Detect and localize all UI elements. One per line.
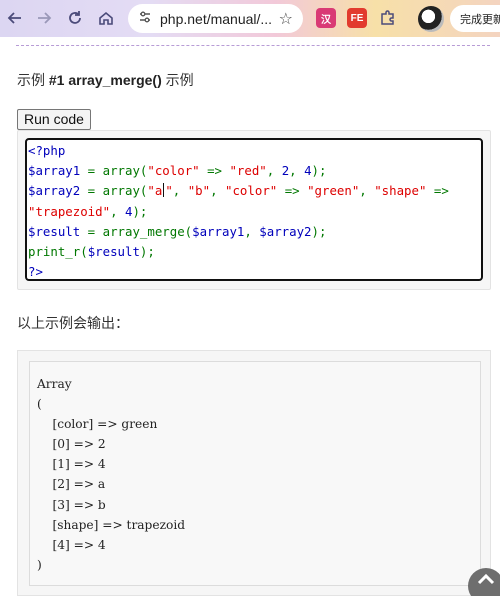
code-token: <?php <box>28 143 66 158</box>
output-line: [2] => a <box>37 477 106 492</box>
extensions-puzzle-icon[interactable] <box>378 8 398 28</box>
code-token: "color" <box>147 163 200 179</box>
output-line: [4] => 4 <box>37 537 106 552</box>
chevron-up-icon <box>477 573 495 585</box>
code-line[interactable]: "trapezoid", 4); <box>28 202 481 222</box>
code-token: , <box>359 183 375 199</box>
code-token: "shape" <box>374 183 427 199</box>
example-title-bold: #1 array_merge() <box>48 72 162 88</box>
output-line: [3] => b <box>37 497 106 512</box>
code-token: $array1 <box>192 223 245 239</box>
code-token: "red" <box>229 163 267 179</box>
code-token: ); <box>132 203 148 219</box>
example-title: 示例 #1 array_merge() 示例 <box>17 70 194 90</box>
code-token: = <box>80 183 103 199</box>
code-line[interactable]: $result = array_merge($array1, $array2); <box>28 222 481 242</box>
section-divider <box>16 45 490 46</box>
code-line[interactable]: $array1 = array("color" => "red", 2, 4); <box>28 161 481 181</box>
output-line: Array <box>37 377 72 391</box>
code-token: array <box>102 183 140 199</box>
code-token: => <box>426 183 449 199</box>
code-line[interactable]: print_r($result); <box>28 242 481 262</box>
code-token: => <box>277 183 308 199</box>
back-icon[interactable] <box>1 4 29 32</box>
forward-icon[interactable] <box>30 4 58 32</box>
output-heading: 以上示例会输出： <box>17 315 129 331</box>
code-token: array <box>102 163 140 179</box>
code-token: ( <box>80 243 88 259</box>
code-token: $array2 <box>28 183 81 199</box>
output-pre: Array ( [color] => green [0] => 2 [1] => … <box>29 361 481 586</box>
code-token: , <box>172 183 188 199</box>
code-token: $array2 <box>259 223 312 239</box>
code-token: ); <box>311 163 327 179</box>
code-token: ?> <box>28 264 43 280</box>
output-line: ( <box>37 397 42 412</box>
output-line: [color] => green <box>37 417 158 432</box>
finish-update-button[interactable]: 完成更新 <box>450 5 500 32</box>
code-token: $result <box>87 243 140 259</box>
code-token: print_r <box>28 243 81 259</box>
reload-icon[interactable] <box>61 4 89 32</box>
example-title-suffix: 示例 <box>161 72 194 88</box>
code-token: " <box>165 183 173 199</box>
code-token: "b" <box>187 183 211 199</box>
bookmark-star-icon[interactable]: ☆ <box>279 9 293 29</box>
code-token: 4 <box>304 163 312 179</box>
code-token: "color" <box>225 183 278 199</box>
code-token: = <box>80 163 103 179</box>
code-token: array_merge <box>102 223 185 239</box>
code-line[interactable]: $array2 = array("a ", "b", "color" => "gr… <box>28 181 481 201</box>
url-text[interactable]: php.net/manual/... <box>160 11 271 27</box>
site-info-icon[interactable] <box>138 10 152 27</box>
address-bar[interactable]: php.net/manual/... ☆ <box>128 4 303 33</box>
code-token: , <box>266 163 282 179</box>
code-token: , <box>289 163 305 179</box>
code-token: , <box>210 183 226 199</box>
code-token: "a <box>147 183 163 199</box>
code-line[interactable]: ?> <box>28 262 481 282</box>
output-line: [shape] => trapezoid <box>37 517 186 532</box>
output-line: [0] => 2 <box>37 437 106 452</box>
code-line[interactable]: <?php <box>28 141 481 161</box>
example-title-prefix: 示例 <box>17 72 49 88</box>
output-line: ) <box>37 557 42 572</box>
code-editor[interactable]: <?php $array1 = array("color" => "red", 2… <box>25 138 483 281</box>
code-token: "trapezoid" <box>28 203 111 219</box>
code-token: => <box>199 163 230 179</box>
code-token: , <box>110 203 125 219</box>
code-token: ); <box>139 243 155 259</box>
profile-avatar[interactable] <box>418 6 444 32</box>
code-token: $array1 <box>28 163 81 179</box>
scroll-to-top-button[interactable] <box>468 568 500 596</box>
code-token: "green" <box>307 183 360 199</box>
code-token: = <box>80 223 103 239</box>
run-code-button[interactable]: Run code <box>17 109 91 130</box>
extension-translate-icon[interactable]: 汉 <box>316 8 336 28</box>
code-token: ); <box>311 223 327 239</box>
code-token: $result <box>28 223 81 239</box>
extension-fe-icon[interactable]: FE <box>347 8 367 28</box>
home-icon[interactable] <box>92 4 120 32</box>
code-token: , <box>244 223 260 239</box>
output-line: [1] => 4 <box>37 457 106 472</box>
browser-toolbar: php.net/manual/... ☆ 汉 FE 完成更新 <box>0 0 500 37</box>
